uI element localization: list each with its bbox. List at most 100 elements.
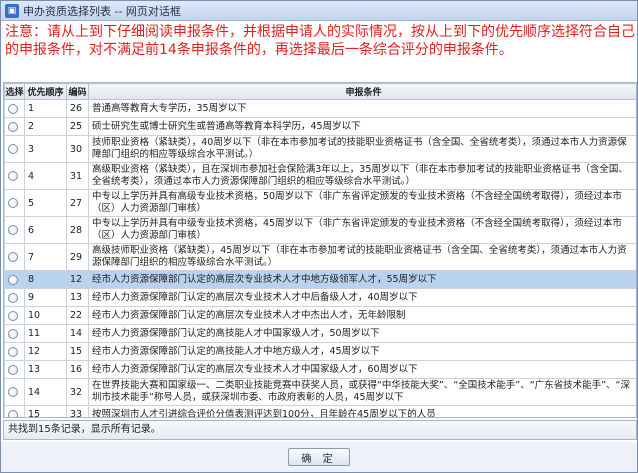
- window-title: 申办资质选择列表 -- 网页对话框: [23, 4, 181, 18]
- row-radio-cell[interactable]: [4, 189, 25, 217]
- select-radio[interactable]: [8, 144, 18, 154]
- code-cell: 22: [66, 306, 89, 325]
- conditions-table: 选择 优先顺序 编码 申报条件 1 26 普通高等教育大专学历，35周岁以下 2…: [4, 83, 636, 417]
- condition-cell: 经市人力资源保障部门认定的高技能人才中地方级人才，45周岁以下: [88, 342, 636, 361]
- table-row[interactable]: 3 30 技师职业资格（紧缺类），40周岁以下（非在本市参加考试的技能职业资格证…: [4, 135, 636, 163]
- record-count-status: 共找到15条记录，显示所有记录。: [3, 420, 637, 440]
- priority-cell: 2: [24, 117, 67, 136]
- select-radio[interactable]: [8, 252, 18, 262]
- code-cell: 28: [66, 216, 89, 244]
- table-row[interactable]: 5 27 中专以上学历并具有高级专业技术资格，50周岁以下（非广东省评定颁发的专…: [4, 189, 636, 217]
- row-radio-cell[interactable]: [4, 306, 25, 325]
- condition-cell: 经市人力资源保障部门认定的高层次专业技术人才中国家级人才，60周岁以下: [88, 360, 636, 379]
- priority-cell: 6: [24, 216, 67, 244]
- priority-cell: 3: [24, 135, 67, 163]
- select-radio[interactable]: [8, 274, 18, 285]
- condition-cell: 经市人力资源保障部门认定的高层次专业技术人才中后备级人才，40周岁以下: [88, 288, 636, 307]
- table-row[interactable]: 2 25 硕士研究生或博士研究生或普通高等教育本科学历，45周岁以下: [4, 117, 636, 136]
- code-cell: 25: [66, 117, 89, 136]
- table-row[interactable]: 4 31 高级职业资格（紧缺类），且在深圳市参加社会保险满3年以上，35周岁以下…: [4, 162, 636, 190]
- condition-cell: 中专以上学历并具有中级专业技术资格，45周岁以下（非广东省评定颁发的专业技术资格…: [88, 216, 636, 244]
- code-cell: 12: [66, 270, 89, 289]
- condition-cell: 在世界技能大赛和国家级一、二类职业技能竞赛中获奖人员，或获得“中华技能大奖”、“…: [88, 378, 636, 406]
- row-radio-cell[interactable]: [4, 216, 25, 244]
- select-radio[interactable]: [8, 409, 18, 417]
- title-bar: ▣ 申办资质选择列表 -- 网页对话框: [1, 1, 637, 21]
- table-row[interactable]: 1 26 普通高等教育大专学历，35周岁以下: [4, 99, 636, 118]
- code-cell: 16: [66, 360, 89, 379]
- priority-cell: 5: [24, 189, 67, 217]
- condition-cell: 高级职业资格（紧缺类），且在深圳市参加社会保险满3年以上，35周岁以下（非在本市…: [88, 162, 636, 190]
- row-radio-cell[interactable]: [4, 342, 25, 361]
- dialog-window: ▣ 申办资质选择列表 -- 网页对话框 注意：请从上到下仔细阅读申报条件，并根据…: [0, 0, 638, 473]
- select-radio[interactable]: [8, 310, 18, 321]
- priority-cell: 7: [24, 243, 67, 271]
- code-cell: 30: [66, 135, 89, 163]
- condition-cell: 硕士研究生或博士研究生或普通高等教育本科学历，45周岁以下: [88, 117, 636, 136]
- select-radio[interactable]: [8, 121, 18, 132]
- select-radio[interactable]: [8, 328, 18, 339]
- priority-cell: 10: [24, 306, 67, 325]
- row-radio-cell[interactable]: [4, 405, 25, 417]
- row-radio-cell[interactable]: [4, 162, 25, 190]
- condition-cell: 经市人力资源保障部门认定的高层次专业技术人才中杰出人才，无年龄限制: [88, 306, 636, 325]
- code-cell: 15: [66, 342, 89, 361]
- condition-cell: 高级技师职业资格（紧缺类），45周岁以下（非在本市参加考试的技能职业资格证书（含…: [88, 243, 636, 271]
- table-row[interactable]: 7 29 高级技师职业资格（紧缺类），45周岁以下（非在本市参加考试的技能职业资…: [4, 243, 636, 271]
- code-cell: 31: [66, 162, 89, 190]
- notice-text: 注意：请从上到下仔细阅读申报条件，并根据申请人的实际情况，按从上到下的优先顺序选…: [5, 24, 635, 58]
- select-radio[interactable]: [8, 171, 18, 181]
- header-condition: 申报条件: [88, 83, 636, 100]
- condition-cell: 经市人力资源保障部门认定的高技能人才中国家级人才，50周岁以下: [88, 324, 636, 343]
- table-row-selected[interactable]: 8 12 经市人力资源保障部门认定的高层次专业技术人才中地方级领军人才，55周岁…: [4, 270, 636, 289]
- table-row[interactable]: 15 33 按照深圳市人才引进综合评价分值表测评达到100分，且年龄在45周岁以…: [4, 405, 636, 417]
- window-icon: ▣: [5, 3, 19, 18]
- row-radio-cell[interactable]: [4, 360, 25, 379]
- table-row[interactable]: 6 28 中专以上学历并具有中级专业技术资格，45周岁以下（非广东省评定颁发的专…: [4, 216, 636, 244]
- table-row[interactable]: 11 14 经市人力资源保障部门认定的高技能人才中国家级人才，50周岁以下: [4, 324, 636, 343]
- code-cell: 27: [66, 189, 89, 217]
- row-radio-cell[interactable]: [4, 324, 25, 343]
- button-bar: 确 定: [1, 442, 637, 472]
- table-row[interactable]: 10 22 经市人力资源保障部门认定的高层次专业技术人才中杰出人才，无年龄限制: [4, 306, 636, 325]
- code-cell: 29: [66, 243, 89, 271]
- condition-cell: 技师职业资格（紧缺类），40周岁以下（非在本市参加考试的技能职业资格证书（含全国…: [88, 135, 636, 163]
- condition-cell: 中专以上学历并具有高级专业技术资格，50周岁以下（非广东省评定颁发的专业技术资格…: [88, 189, 636, 217]
- priority-cell: 12: [24, 342, 67, 361]
- header-priority: 优先顺序: [24, 83, 67, 100]
- table-row[interactable]: 13 16 经市人力资源保障部门认定的高层次专业技术人才中国家级人才，60周岁以…: [4, 360, 636, 379]
- condition-cell: 经市人力资源保障部门认定的高层次专业技术人才中地方级领军人才，55周岁以下: [88, 270, 636, 289]
- priority-cell: 15: [24, 405, 67, 417]
- row-radio-cell[interactable]: [4, 99, 25, 118]
- select-radio[interactable]: [8, 364, 18, 375]
- priority-cell: 14: [24, 378, 67, 406]
- row-radio-cell[interactable]: [4, 135, 25, 163]
- select-radio[interactable]: [8, 387, 18, 397]
- code-cell: 13: [66, 288, 89, 307]
- select-radio[interactable]: [8, 225, 18, 235]
- priority-cell: 4: [24, 162, 67, 190]
- row-radio-cell[interactable]: [4, 288, 25, 307]
- select-radio[interactable]: [8, 346, 18, 357]
- row-radio-cell[interactable]: [4, 243, 25, 271]
- conditions-table-container: 选择 优先顺序 编码 申报条件 1 26 普通高等教育大专学历，35周岁以下 2…: [3, 82, 637, 418]
- confirm-button[interactable]: 确 定: [288, 448, 350, 466]
- priority-cell: 9: [24, 288, 67, 307]
- row-radio-cell[interactable]: [4, 378, 25, 406]
- header-select: 选择: [4, 83, 25, 100]
- priority-cell: 13: [24, 360, 67, 379]
- row-radio-cell[interactable]: [4, 117, 25, 136]
- priority-cell: 11: [24, 324, 67, 343]
- table-row[interactable]: 14 32 在世界技能大赛和国家级一、二类职业技能竞赛中获奖人员，或获得“中华技…: [4, 378, 636, 406]
- code-cell: 26: [66, 99, 89, 118]
- priority-cell: 1: [24, 99, 67, 118]
- row-radio-cell[interactable]: [4, 270, 25, 289]
- table-row[interactable]: 9 13 经市人力资源保障部门认定的高层次专业技术人才中后备级人才，40周岁以下: [4, 288, 636, 307]
- code-cell: 33: [66, 405, 89, 417]
- table-row[interactable]: 12 15 经市人力资源保障部门认定的高技能人才中地方级人才，45周岁以下: [4, 342, 636, 361]
- header-code: 编码: [66, 83, 89, 100]
- priority-cell: 8: [24, 270, 67, 289]
- select-radio[interactable]: [8, 103, 18, 114]
- select-radio[interactable]: [8, 198, 18, 208]
- select-radio[interactable]: [8, 292, 18, 303]
